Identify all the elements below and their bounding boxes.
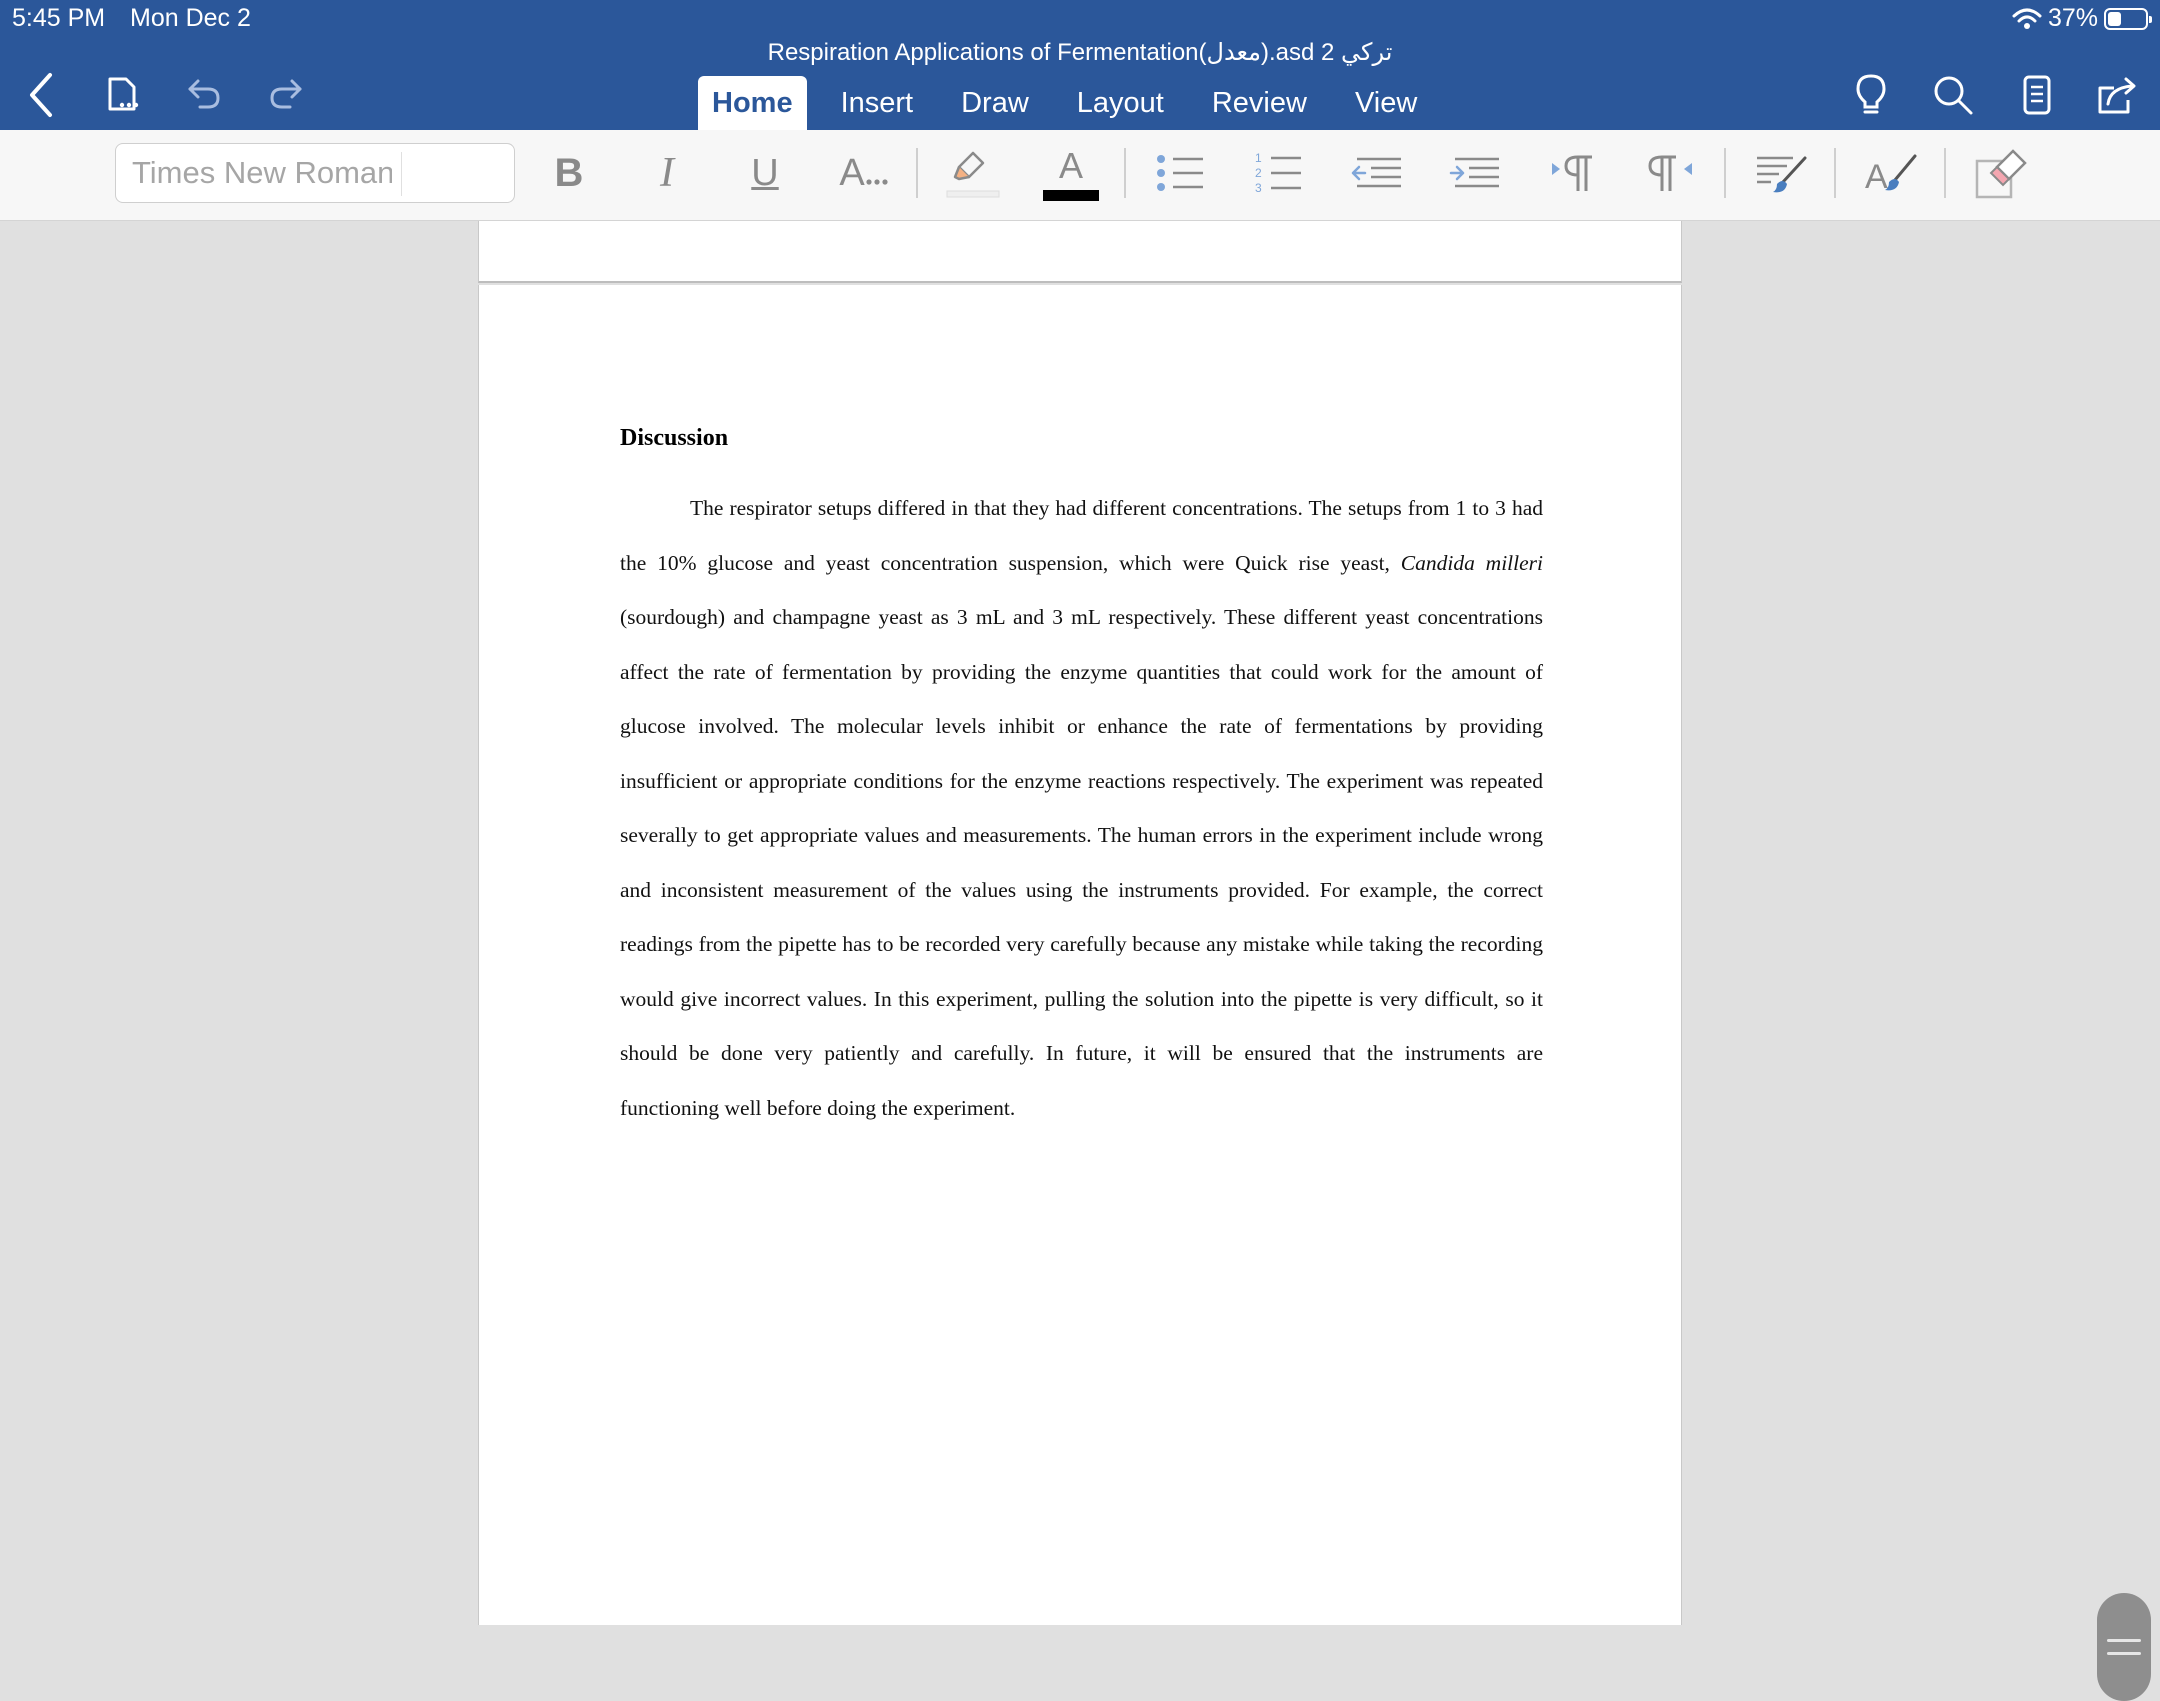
tell-me-button[interactable] bbox=[1848, 70, 1894, 120]
ribbon-separator bbox=[1724, 148, 1726, 198]
decrease-indent-button[interactable] bbox=[1348, 140, 1406, 206]
search-button[interactable] bbox=[1930, 70, 1976, 120]
share-button[interactable] bbox=[2092, 70, 2142, 120]
styles-icon bbox=[1757, 156, 1807, 193]
status-date: Mon Dec 2 bbox=[130, 4, 251, 32]
chevron-left-icon bbox=[30, 73, 52, 117]
text-styles-button[interactable]: A bbox=[1862, 140, 1920, 206]
lightbulb-icon bbox=[1856, 74, 1886, 114]
more-dots-icon bbox=[866, 179, 888, 185]
ribbon-separator bbox=[1834, 148, 1836, 198]
right-to-left-icon bbox=[1648, 155, 1692, 191]
tab-insert[interactable]: Insert bbox=[817, 76, 938, 130]
title-bar: 5:45 PM Mon Dec 2 37% Respiration Applic… bbox=[0, 0, 2160, 130]
file-icon bbox=[108, 77, 139, 111]
grip-line bbox=[2107, 1652, 2141, 1655]
battery-icon bbox=[2104, 7, 2152, 30]
redo-icon bbox=[270, 79, 302, 109]
svg-text:3: 3 bbox=[1255, 181, 1262, 195]
species-name: Candida milleri bbox=[1400, 550, 1543, 575]
styles-button[interactable] bbox=[1752, 140, 1810, 206]
document-title[interactable]: Respiration Applications of Fermentation… bbox=[0, 38, 2160, 67]
document-page[interactable]: Discussion The respirator setups differe… bbox=[478, 285, 1682, 1625]
battery-percentage: 37% bbox=[2047, 4, 2098, 32]
numbered-list-icon: 123 bbox=[1255, 151, 1301, 195]
italic-glyph: I bbox=[660, 150, 674, 196]
increase-indent-button[interactable] bbox=[1446, 140, 1504, 206]
bullet-list-icon bbox=[1157, 155, 1203, 191]
tab-layout[interactable]: Layout bbox=[1053, 76, 1188, 130]
right-to-left-button[interactable] bbox=[1646, 140, 1696, 206]
redo-button[interactable] bbox=[264, 70, 308, 116]
clear-formatting-button[interactable] bbox=[1972, 140, 2030, 206]
back-button[interactable] bbox=[18, 70, 64, 120]
ribbon-separator bbox=[1124, 148, 1126, 198]
undo-icon bbox=[188, 79, 220, 109]
svg-text:1: 1 bbox=[1255, 151, 1262, 165]
text-styles-icon: A bbox=[1865, 154, 1917, 196]
font-color-glyph: A bbox=[1058, 144, 1083, 186]
highlight-button[interactable] bbox=[944, 140, 1002, 206]
status-time: 5:45 PM bbox=[12, 4, 106, 32]
decrease-indent-icon bbox=[1351, 157, 1401, 188]
underline-glyph: U bbox=[751, 151, 779, 194]
home-ribbon: Times New Roman B I U A A 123 A bbox=[0, 130, 2160, 221]
bullets-button[interactable] bbox=[1154, 140, 1208, 206]
left-to-right-icon bbox=[1552, 155, 1592, 191]
wifi-icon bbox=[2012, 8, 2042, 29]
clear-formatting-icon bbox=[1975, 149, 2027, 199]
tab-draw[interactable]: Draw bbox=[937, 76, 1053, 130]
ribbon-separator bbox=[1944, 148, 1946, 198]
font-color-button[interactable]: A bbox=[1042, 140, 1100, 206]
previous-page[interactable] bbox=[478, 221, 1682, 283]
document-canvas[interactable]: Discussion The respirator setups differe… bbox=[0, 221, 2160, 1701]
discussion-heading[interactable]: Discussion bbox=[620, 425, 728, 452]
discussion-paragraph[interactable]: The respirator setups differed in that t… bbox=[620, 481, 1543, 1135]
font-name-value: Times New Roman bbox=[132, 155, 392, 190]
paragraph-text-2: (sourdough) and champagne yeast as 3 mL … bbox=[620, 605, 1543, 1120]
bold-button[interactable]: B bbox=[548, 140, 590, 206]
status-right: 37% bbox=[2012, 4, 2152, 33]
text-effects-button[interactable]: A bbox=[838, 140, 890, 206]
mobile-view-icon bbox=[2023, 75, 2051, 115]
font-color-swatch bbox=[1043, 189, 1099, 201]
tab-review[interactable]: Review bbox=[1188, 76, 1331, 130]
font-name-combobox[interactable]: Times New Roman bbox=[115, 143, 515, 203]
share-icon bbox=[2098, 77, 2136, 114]
ribbon-separator bbox=[916, 148, 918, 198]
text-effects-glyph: A bbox=[839, 151, 865, 194]
tab-home[interactable]: Home bbox=[698, 76, 807, 130]
highlighter-icon bbox=[946, 151, 1000, 198]
undo-button[interactable] bbox=[182, 70, 226, 116]
svg-text:2: 2 bbox=[1255, 166, 1262, 180]
file-button[interactable] bbox=[100, 72, 144, 118]
tab-view[interactable]: View bbox=[1331, 76, 1441, 130]
ribbon-tabs: Home Insert Draw Layout Review View bbox=[698, 76, 1441, 130]
grip-line bbox=[2107, 1639, 2141, 1642]
bold-glyph: B bbox=[554, 150, 584, 195]
numbering-button[interactable]: 123 bbox=[1252, 140, 1306, 206]
svg-text:A: A bbox=[1865, 158, 1888, 196]
increase-indent-icon bbox=[1449, 157, 1499, 188]
italic-button[interactable]: I bbox=[646, 140, 688, 206]
font-box-divider bbox=[401, 152, 402, 196]
search-icon bbox=[1934, 76, 1973, 115]
mobile-view-button[interactable] bbox=[2014, 70, 2060, 120]
scroll-handle[interactable] bbox=[2097, 1593, 2151, 1701]
left-to-right-button[interactable] bbox=[1548, 140, 1598, 206]
underline-button[interactable]: U bbox=[744, 140, 786, 206]
